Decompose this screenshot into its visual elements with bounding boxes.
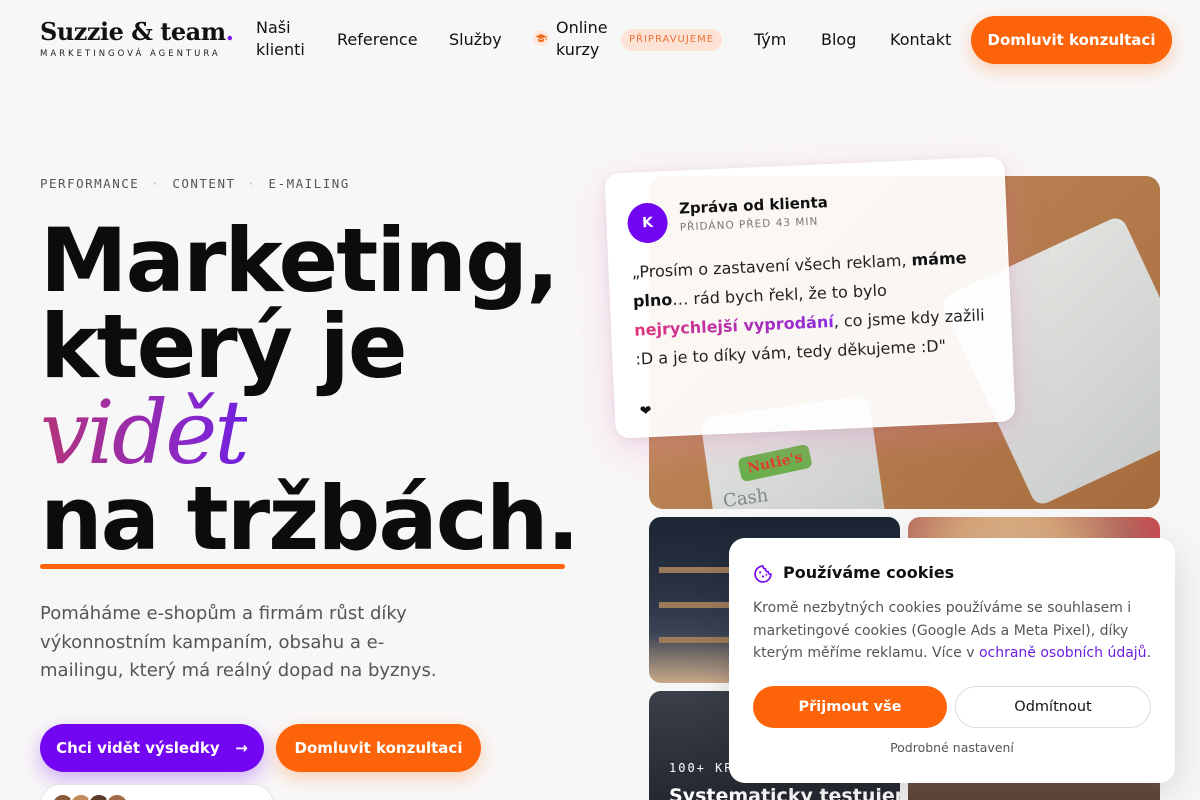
nav-item-references[interactable]: Reference	[337, 29, 418, 51]
nav-item-clients[interactable]: Naši klienti	[256, 17, 305, 61]
reject-button[interactable]: Odmítnout	[955, 686, 1151, 728]
accept-all-button[interactable]: Přijmout vše	[753, 686, 947, 728]
case-study-kicker: 100+ KR	[669, 761, 734, 775]
see-results-button[interactable]: Chci vidět výsledky →	[40, 724, 264, 772]
hero-title-line: který je	[40, 295, 408, 398]
nav-item-online-courses[interactable]: Online kurzy	[556, 17, 608, 61]
privacy-policy-link[interactable]: ochraně osobních údajů	[979, 645, 1147, 661]
hero-title-line: na tržbách.	[40, 467, 580, 570]
coming-soon-badge: PŘIPRAVUJEME	[621, 29, 723, 51]
case-study-title: Systematicky testujeme, co opravdu	[669, 785, 900, 800]
graduation-cap-icon	[533, 30, 549, 46]
nav-item-contact[interactable]: Kontakt	[890, 29, 951, 51]
avatar	[105, 793, 129, 800]
client-message-card: K Zpráva od klienta PŘIDÁNO PŘED 43 MIN …	[604, 156, 1016, 439]
hero-eyebrow: PERFORMANCE · CONTENT · E-MAILING	[40, 176, 350, 191]
hero-consultation-button[interactable]: Domluvit konzultaci	[276, 724, 481, 772]
logo[interactable]: Suzzie & team. MARKETINGOVÁ AGENTURA	[40, 17, 234, 60]
header-consultation-button[interactable]: Domluvit konzultaci	[971, 16, 1172, 64]
message-text: „Prosím o zastavení všech reklam, máme p…	[631, 248, 986, 369]
arrow-right-icon: →	[235, 739, 248, 757]
message-sender: Zpráva od klienta	[678, 193, 829, 218]
detailed-settings-link[interactable]: Podrobné nastavení	[729, 740, 1175, 755]
cookie-consent-dialog: Používáme cookies Kromě nezbytných cooki…	[729, 538, 1175, 783]
nav-item-blog[interactable]: Blog	[821, 29, 856, 51]
site-header: Suzzie & team. MARKETINGOVÁ AGENTURA Naš…	[0, 0, 1200, 80]
hero-title-line-accent: vidět	[40, 389, 578, 477]
logo-wordmark: Suzzie & team.	[40, 17, 234, 46]
client-avatar: K	[626, 202, 669, 244]
cookie-title: Používáme cookies	[783, 563, 955, 582]
heart-icon: ❤	[639, 403, 652, 420]
title-underline	[40, 564, 565, 569]
cookie-icon	[753, 564, 773, 584]
message-timestamp: PŘIDÁNO PŘED 43 MIN	[679, 215, 819, 234]
social-proof-pill	[40, 784, 274, 800]
nav-item-team[interactable]: Tým	[754, 29, 786, 51]
logo-tagline: MARKETINGOVÁ AGENTURA	[40, 49, 221, 59]
hero-title-line: Marketing,	[40, 209, 559, 312]
hero-title: Marketing, který je vidět na tržbách.	[40, 209, 580, 570]
nav-item-services[interactable]: Služby	[449, 29, 502, 51]
hero-description: Pomáháme e-shopům a firmám růst díky výk…	[40, 603, 437, 681]
cookie-text: Kromě nezbytných cookies používáme se so…	[753, 600, 1152, 661]
